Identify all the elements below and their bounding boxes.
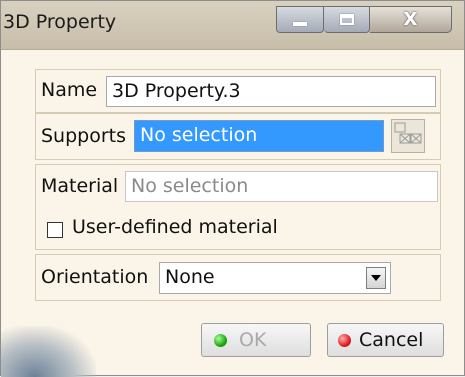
selection-list-button[interactable] (391, 119, 425, 153)
chevron-down-icon (371, 274, 381, 281)
orientation-dropdown-button[interactable] (366, 267, 386, 289)
selection-list-icon (394, 122, 422, 144)
material-label: Material (41, 175, 119, 197)
user-defined-material-checkbox[interactable] (47, 222, 63, 238)
maximize-icon (339, 14, 354, 25)
material-field[interactable]: No selection (125, 171, 438, 202)
minimize-button[interactable] (276, 6, 324, 33)
orientation-panel: Orientation None (35, 254, 441, 301)
user-defined-material-label[interactable]: User-defined material (72, 216, 278, 238)
title-bar[interactable]: 3D Property X (1, 1, 464, 50)
close-button[interactable]: X (370, 6, 452, 33)
name-label: Name (41, 79, 98, 101)
supports-panel: Supports No selection (35, 113, 441, 160)
close-icon: X (403, 9, 418, 30)
name-field[interactable]: 3D Property.3 (106, 76, 436, 107)
cancel-icon (338, 333, 351, 347)
minimize-icon (293, 21, 307, 26)
dialog-window: 3D Property X Name 3D Property.3 Support… (0, 0, 465, 377)
supports-label: Supports (41, 125, 127, 147)
orientation-label: Orientation (41, 266, 149, 288)
ok-icon (214, 333, 227, 347)
orientation-select[interactable]: None (159, 262, 391, 294)
window-title: 3D Property (3, 11, 117, 33)
cancel-button-label: Cancel (359, 329, 424, 351)
cancel-button[interactable]: Cancel (327, 323, 444, 357)
ok-button-label: OK (239, 329, 267, 351)
name-panel: Name 3D Property.3 (35, 69, 441, 113)
app-logo-swoosh (1, 326, 96, 377)
maximize-button[interactable] (324, 6, 370, 33)
supports-field[interactable]: No selection (134, 120, 384, 152)
material-panel: Material No selection User-defined mater… (35, 164, 441, 250)
ok-button[interactable]: OK (201, 323, 311, 357)
